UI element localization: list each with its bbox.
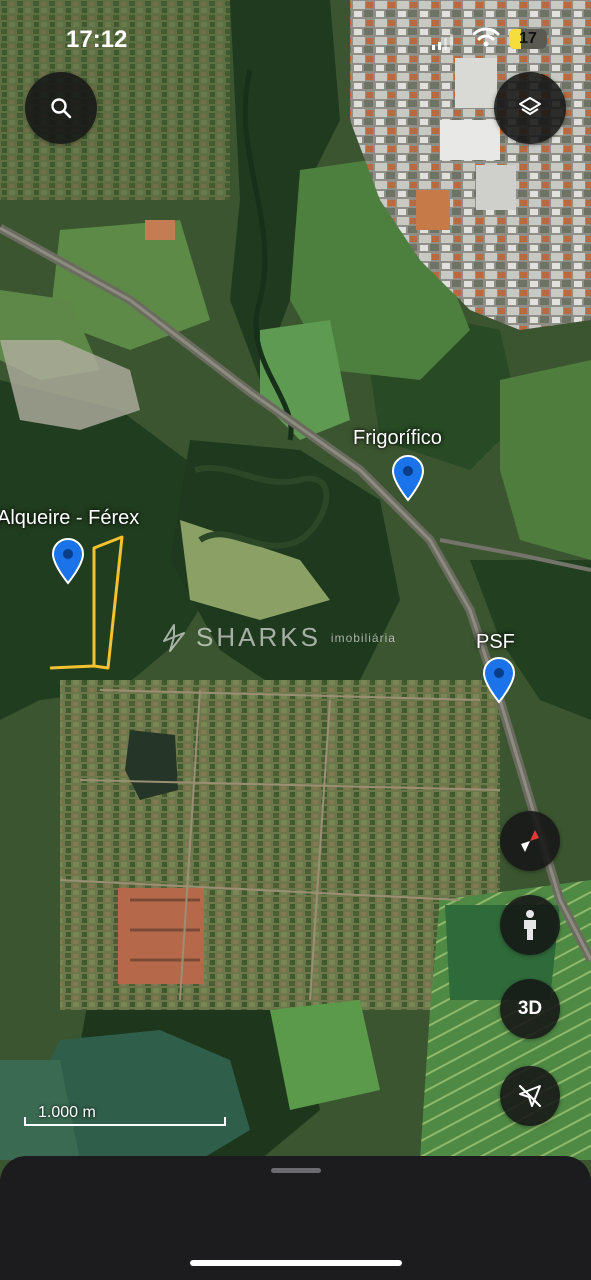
- status-time: 17:12: [66, 26, 128, 53]
- marker-label-frigorifico[interactable]: Frigorífico: [353, 427, 442, 450]
- scale-bar: 1.000 m: [24, 1104, 228, 1130]
- search-button[interactable]: [25, 72, 97, 144]
- 3d-label: 3D: [517, 998, 543, 1019]
- watermark-brand: SHARKS: [196, 622, 321, 652]
- street-view-button[interactable]: [500, 895, 560, 955]
- map-pin-icon[interactable]: [390, 454, 426, 502]
- map-pin-icon[interactable]: [50, 537, 86, 585]
- home-indicator[interactable]: [190, 1260, 402, 1266]
- scale-line: [24, 1124, 226, 1126]
- battery-level: 17: [519, 30, 537, 47]
- map-pin-icon[interactable]: [481, 656, 517, 704]
- scale-tick-right: [224, 1117, 226, 1126]
- layers-icon: [519, 97, 541, 115]
- bottom-sheet[interactable]: [0, 1156, 591, 1280]
- 3d-toggle-button[interactable]: 3D: [500, 979, 560, 1039]
- location-off-icon: [518, 1084, 542, 1108]
- layers-button[interactable]: [494, 72, 566, 144]
- marker-label-alqueire-ferex[interactable]: Alqueire - Férex: [0, 507, 139, 530]
- marker-label-psf[interactable]: PSF: [476, 631, 515, 654]
- sharks-logo-icon: [163, 623, 185, 652]
- cellular-signal-icon: [432, 34, 453, 50]
- compass-icon: [521, 830, 539, 852]
- battery-icon: 17: [509, 29, 547, 49]
- scale-label: 1.000 m: [38, 1104, 96, 1121]
- status-bar: 17:12 17: [0, 0, 591, 80]
- watermark-sub: imobiliária: [330, 630, 396, 645]
- watermark: SHARKS imobiliária: [160, 622, 396, 653]
- location-button[interactable]: [500, 1066, 560, 1126]
- person-icon: [524, 910, 536, 940]
- wifi-icon: [472, 27, 500, 47]
- search-icon: [51, 98, 72, 119]
- compass-button[interactable]: [500, 811, 560, 871]
- sheet-grabber-handle[interactable]: [271, 1168, 321, 1173]
